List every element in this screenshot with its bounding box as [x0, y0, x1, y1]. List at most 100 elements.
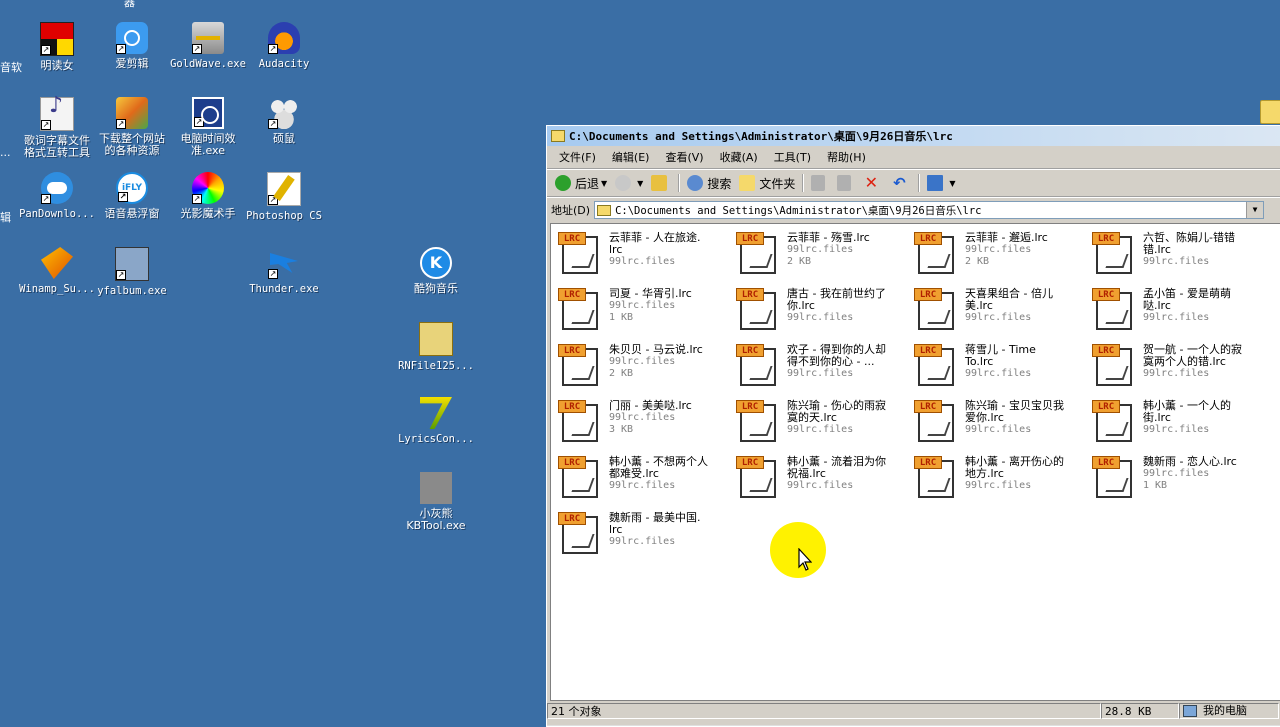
file-item[interactable]: LRC 孟小笛 - 爱是萌萌 哒.lrc 99lrc.files — [1088, 284, 1264, 336]
lrc-file-icon: LRC — [912, 230, 958, 276]
desktop-icon-rnfile[interactable]: RNFile125... — [398, 322, 474, 372]
lrc-file-icon: LRC — [734, 342, 780, 388]
app-icon: ↗ — [41, 172, 73, 204]
desktop-icon-ifly[interactable]: iFLY ↗ 语音悬浮窗 — [94, 172, 170, 220]
search-icon — [687, 175, 704, 191]
file-type: 99lrc.files — [609, 300, 676, 311]
desktop-icon-shuoshu[interactable]: ↗ 硕鼠 — [246, 97, 322, 145]
lrc-file-icon: LRC — [556, 286, 602, 332]
address-dropdown-button[interactable]: ▼ — [1246, 202, 1264, 218]
desktop-icon-thunder[interactable]: ↗ Thunder.exe — [246, 247, 322, 295]
app-icon: iFLY ↗ — [116, 172, 148, 204]
file-item[interactable]: LRC 唐古 - 我在前世约了 你.lrc 99lrc.files — [732, 284, 908, 336]
file-item[interactable]: LRC 云菲菲 - 殇雪.lrc 99lrc.files 2 KB — [732, 228, 908, 280]
toolbar-separator — [678, 174, 681, 192]
file-name: 六哲、陈娟儿-错错 错.lrc — [1143, 231, 1235, 256]
file-item[interactable]: LRC 陈兴瑜 - 宝贝宝贝我 爱你.lrc 99lrc.files — [910, 396, 1086, 448]
desktop-icon-goldwave[interactable]: ↗ GoldWave.exe — [170, 22, 246, 70]
file-item[interactable]: LRC 魏新雨 - 恋人心.lrc 99lrc.files 1 KB — [1088, 452, 1264, 504]
file-name: 门丽 - 美美哒.lrc — [609, 399, 692, 412]
status-size: 28.8 KB — [1101, 703, 1179, 719]
file-item[interactable]: LRC 云菲菲 - 邂逅.lrc 99lrc.files 2 KB — [910, 228, 1086, 280]
lrc-file-icon: LRC — [1090, 230, 1136, 276]
file-item[interactable]: LRC 韩小薰 - 流着泪为你 祝福.lrc 99lrc.files — [732, 452, 908, 504]
menu-view[interactable]: 查看(V) — [657, 149, 711, 165]
menu-edit[interactable]: 编辑(E) — [604, 149, 658, 165]
file-type: 99lrc.files — [787, 424, 854, 435]
mouse-cursor-icon — [798, 547, 813, 576]
back-button[interactable]: 后退 ▼ — [551, 172, 611, 194]
address-input[interactable]: C:\Documents and Settings\Administrator\… — [594, 201, 1265, 219]
file-name: 天喜果组合 - 倍儿 美.lrc — [965, 287, 1053, 312]
delete-button[interactable]: ✕ — [859, 172, 887, 194]
lrc-badge: LRC — [1092, 232, 1120, 245]
desktop-icon-guangying[interactable]: ↗ 光影魔术手 — [170, 172, 246, 220]
desktop-icon-mingdunv[interactable]: ↗ 明读女 — [19, 22, 95, 72]
file-type: 99lrc.files — [1143, 256, 1210, 267]
lrc-badge: LRC — [558, 400, 586, 413]
file-size: 3 KB — [609, 424, 634, 435]
file-item[interactable]: LRC 蒋雪儿 - Time To.lrc 99lrc.files — [910, 340, 1086, 392]
menu-favorites[interactable]: 收藏(A) — [712, 149, 766, 165]
file-item[interactable]: LRC 欢子 - 得到你的人却 得不到你的心 - ... 99lrc.files — [732, 340, 908, 392]
desktop-icon-yfalbum[interactable]: ↗ yfalbum.exe — [94, 247, 170, 297]
file-item[interactable]: LRC 韩小薰 - 不想两个人 都难受.lrc 99lrc.files — [554, 452, 730, 504]
file-item[interactable]: LRC 门丽 - 美美哒.lrc 99lrc.files 3 KB — [554, 396, 730, 448]
file-item[interactable]: LRC 魏新雨 - 最美中国. lrc 99lrc.files — [554, 508, 730, 560]
file-item[interactable]: LRC 韩小薰 - 一个人的 街.lrc 99lrc.files — [1088, 396, 1264, 448]
lrc-badge: LRC — [558, 512, 586, 525]
up-button[interactable] — [647, 172, 675, 194]
forward-button[interactable]: ▼ — [611, 172, 647, 194]
lrc-file-icon: LRC — [734, 286, 780, 332]
desktop-icon-lyricscon[interactable]: LyricsCon... — [398, 397, 474, 445]
desktop-icon-kbtool[interactable]: 小灰熊 KBTool.exe — [398, 472, 474, 532]
folders-button[interactable]: 文件夹 — [735, 172, 799, 194]
desktop-icon-lyric-converter[interactable]: ↗歌词字幕文件 格式互转工具 — [19, 97, 95, 159]
file-item[interactable]: LRC 陈兴瑜 - 伤心的雨寂 寞的天.lrc 99lrc.files — [732, 396, 908, 448]
status-object-count: 21 个对象 — [547, 703, 1101, 719]
menu-file[interactable]: 文件(F) — [551, 149, 604, 165]
lrc-badge: LRC — [558, 288, 586, 301]
copy-to-button[interactable] — [833, 172, 859, 194]
file-type: 99lrc.files — [787, 312, 854, 323]
menu-tools[interactable]: 工具(T) — [766, 149, 819, 165]
views-button[interactable]: ▼ — [923, 172, 959, 194]
lrc-badge: LRC — [736, 344, 764, 357]
desktop-icon-aijianji[interactable]: ↗ 爱剪辑 — [94, 22, 170, 70]
desktop-icon-pandownload[interactable]: ↗ PanDownlo... — [19, 172, 95, 220]
file-item[interactable]: LRC 六哲、陈娟儿-错错 错.lrc 99lrc.files — [1088, 228, 1264, 280]
file-item[interactable]: LRC 天喜果组合 - 倍儿 美.lrc 99lrc.files — [910, 284, 1086, 336]
move-to-button[interactable] — [807, 172, 833, 194]
status-bar: 21 个对象 28.8 KB 我的电脑 — [547, 703, 1280, 721]
file-name: 欢子 - 得到你的人却 得不到你的心 - ... — [787, 343, 886, 368]
back-arrow-icon — [555, 175, 571, 191]
file-item[interactable]: LRC 韩小薰 - 离开伤心的 地方.lrc 99lrc.files — [910, 452, 1086, 504]
lrc-file-icon: LRC — [556, 398, 602, 444]
file-item[interactable]: LRC 朱贝贝 - 马云说.lrc 99lrc.files 2 KB — [554, 340, 730, 392]
undo-button[interactable]: ↶ — [887, 172, 915, 194]
desktop-icon-winamp[interactable]: Winamp_Su... — [19, 247, 95, 295]
file-item[interactable]: LRC 云菲菲 - 人在旅途. lrc 99lrc.files — [554, 228, 730, 280]
lrc-badge: LRC — [914, 232, 942, 245]
search-button[interactable]: 搜索 — [683, 172, 735, 194]
desktop-icon-kugou[interactable]: K 酷狗音乐 — [398, 247, 474, 295]
file-type: 99lrc.files — [609, 256, 676, 267]
desktop-icon-time-sync[interactable]: ↗ 电脑时间效 准.exe — [170, 97, 246, 157]
copy-to-icon — [837, 175, 852, 191]
file-item[interactable]: LRC 贺一航 - 一个人的寂 寞两个人的错.lrc 99lrc.files — [1088, 340, 1264, 392]
file-size: 1 KB — [1143, 480, 1168, 491]
title-bar[interactable]: C:\Documents and Settings\Administrator\… — [547, 126, 1280, 146]
file-type: 99lrc.files — [609, 480, 676, 491]
file-type: 99lrc.files — [787, 480, 854, 491]
desktop-icon-audacity[interactable]: ↗ Audacity — [246, 22, 322, 70]
toolbar-separator — [802, 174, 805, 192]
menu-help[interactable]: 帮助(H) — [819, 149, 874, 165]
desktop-icon-photoshop[interactable]: ↗ Photoshop CS — [246, 172, 322, 222]
file-item[interactable]: LRC 司夏 - 华胥引.lrc 99lrc.files 1 KB — [554, 284, 730, 336]
desktop-icon-site-downloader[interactable]: ↗ 下载整个网站 的各种资源 — [94, 97, 170, 157]
file-name: 韩小薰 - 一个人的 街.lrc — [1143, 399, 1231, 424]
folder-icon[interactable] — [1260, 100, 1280, 124]
file-name: 朱贝贝 - 马云说.lrc — [609, 343, 703, 356]
app-icon — [420, 397, 452, 429]
app-icon: ↗ — [115, 247, 149, 281]
